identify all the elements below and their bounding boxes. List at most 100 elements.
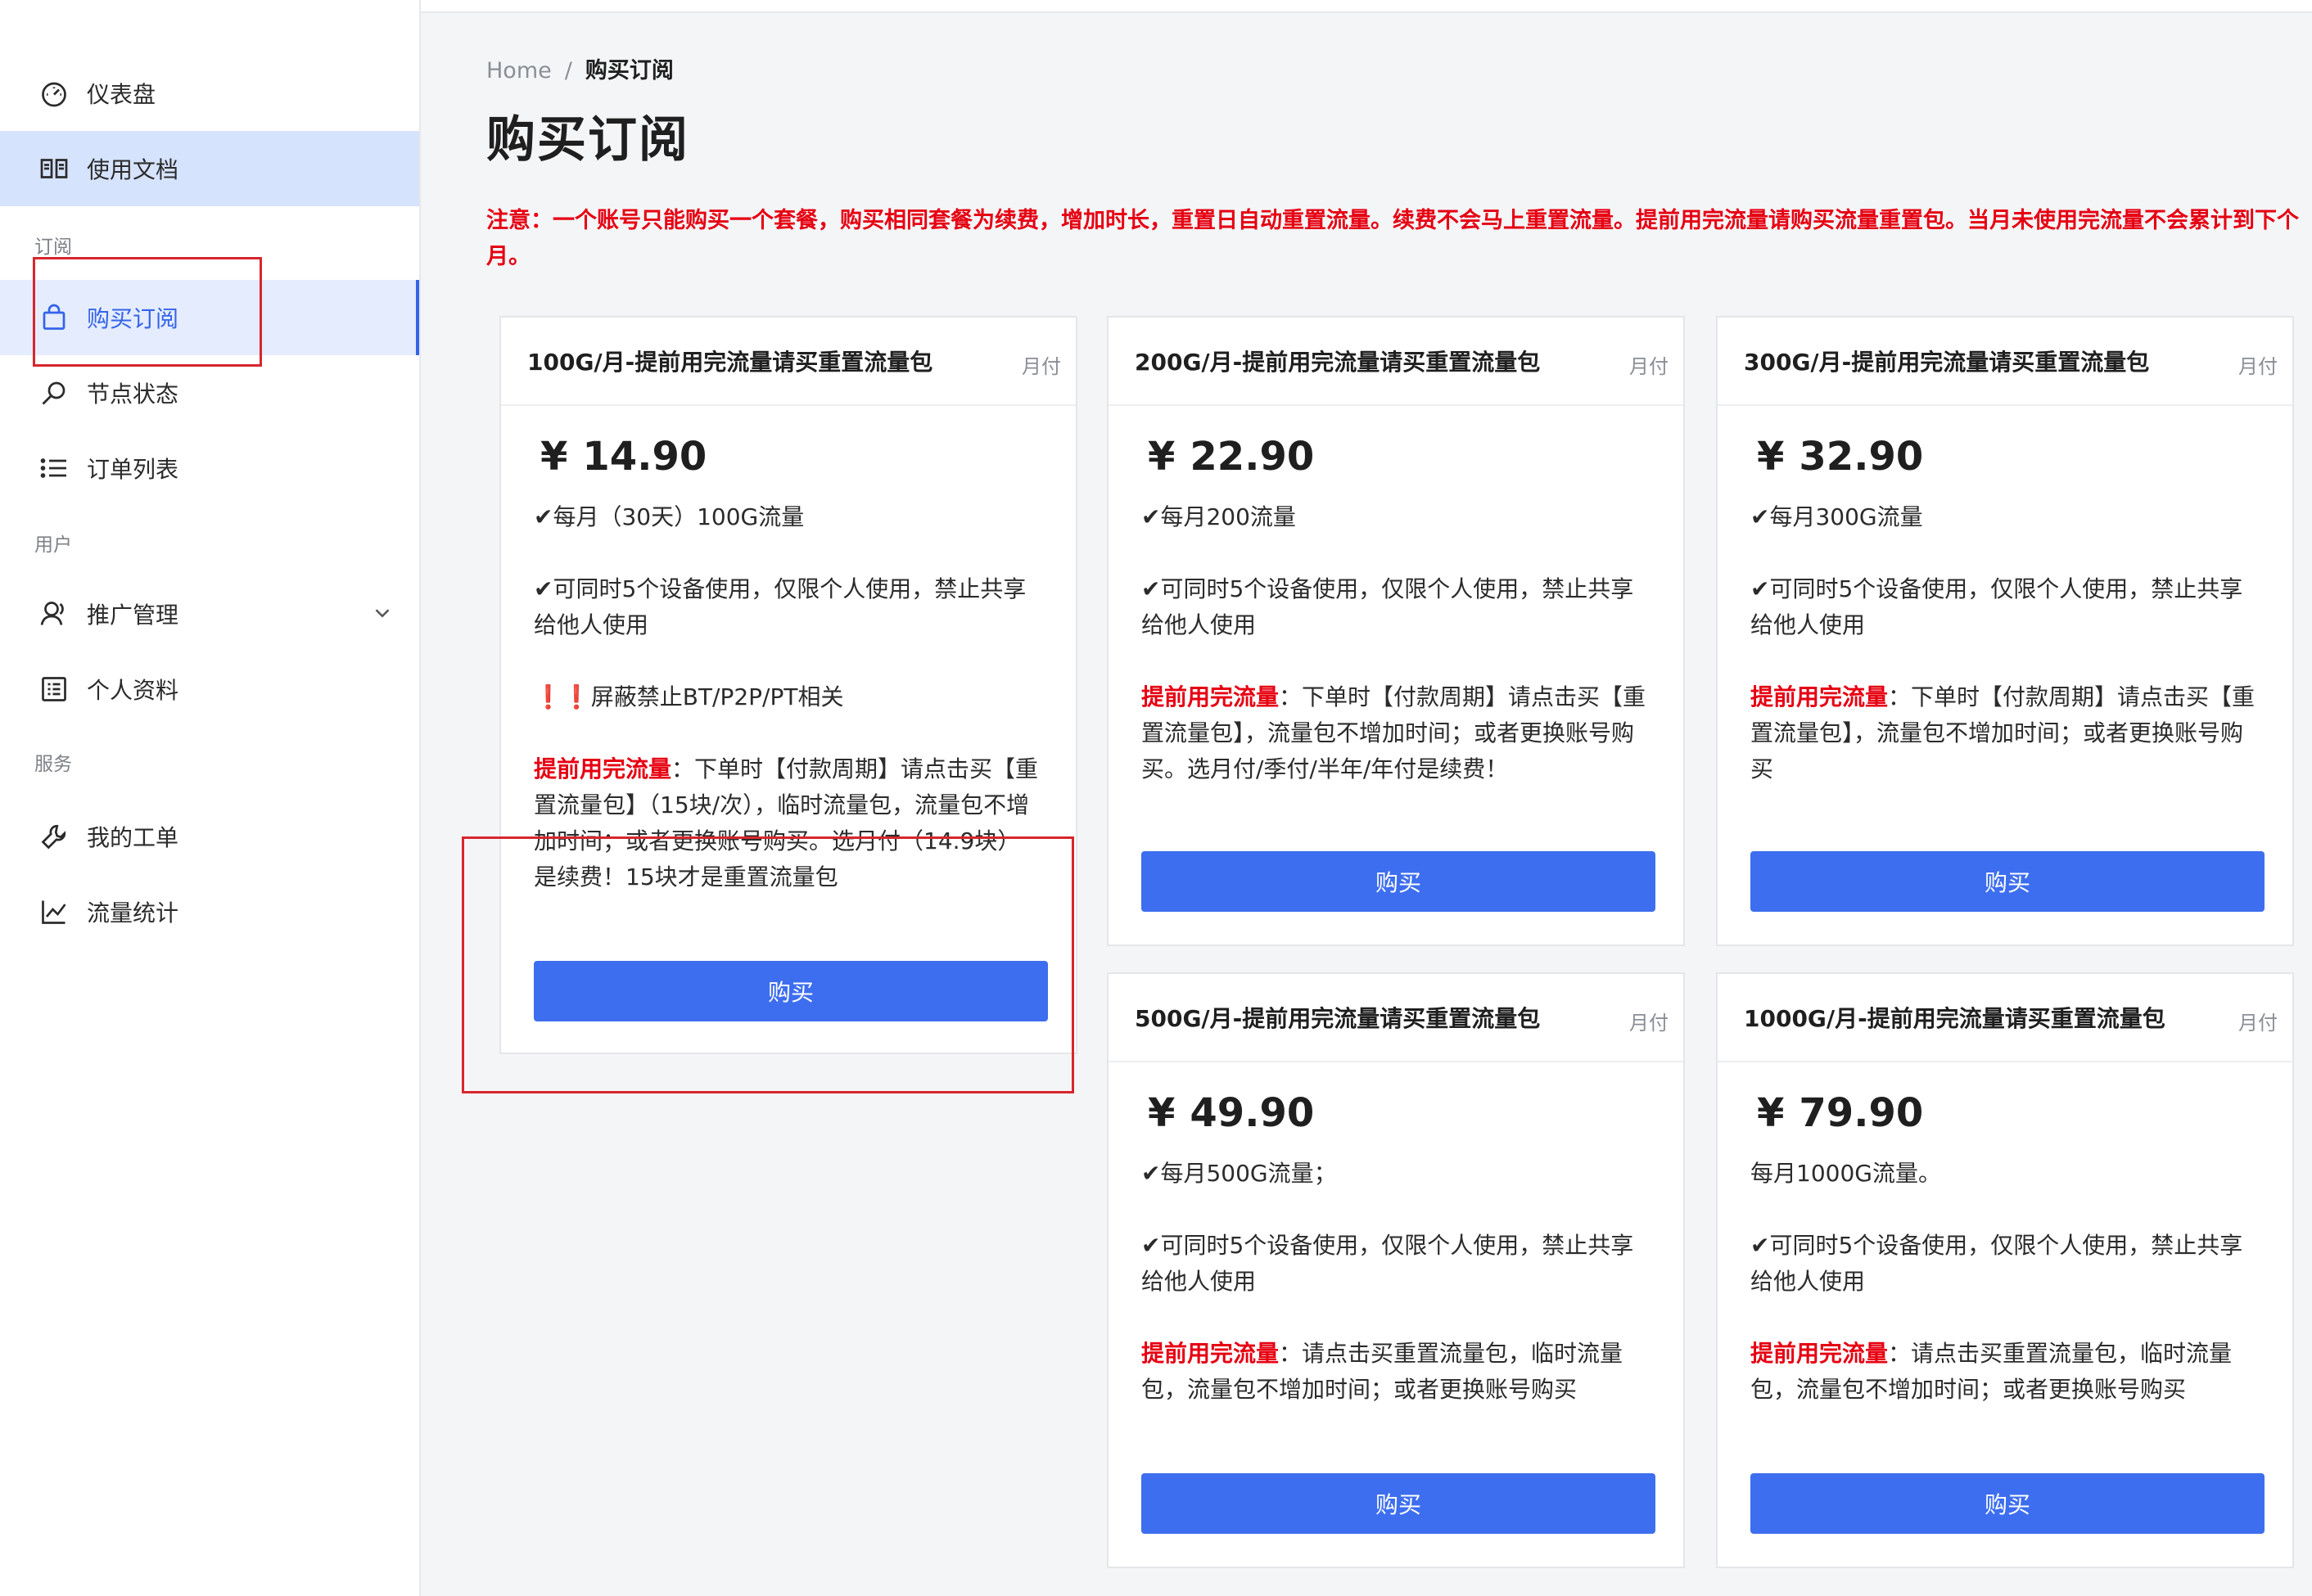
- sidebar-item-dashboard[interactable]: 仪表盘: [0, 56, 419, 131]
- shopping-bag-icon: [38, 301, 70, 334]
- currency-symbol: ¥: [1148, 434, 1176, 480]
- feature-line: ✔每月500G流量；: [1141, 1160, 1337, 1187]
- sidebar-item-traffic-stats[interactable]: 流量统计: [0, 874, 419, 949]
- feature-line: 提前用完流量：下单时【付款周期】请点击买【重置流量包】，流量包不增加时间；或者更…: [1141, 679, 1650, 787]
- plan-price: ¥32.90: [1757, 434, 2260, 483]
- breadcrumb-separator: /: [564, 58, 572, 83]
- plan-title: 300G/月-提前用完流量请买重置流量包: [1744, 349, 2150, 376]
- plan-price: ¥14.90: [540, 434, 1043, 483]
- book-icon: [38, 152, 70, 185]
- buy-button[interactable]: 购买: [1141, 1473, 1655, 1534]
- feature-line: ✔可同时5个设备使用，仅限个人使用，禁止共享给他人使用: [1750, 1232, 2243, 1295]
- profile-icon: [38, 673, 70, 706]
- sidebar-item-profile[interactable]: 个人资料: [0, 651, 419, 727]
- user-icon: [38, 597, 70, 630]
- feature-line: 提前用完流量：请点击买重置流量包，临时流量包，流量包不增加时间；或者更换账号购买: [1750, 1336, 2260, 1408]
- chart-icon: [38, 895, 70, 928]
- plan-period: 月付: [1022, 355, 1061, 378]
- dashboard-icon: [38, 77, 70, 110]
- plan-price: ¥49.90: [1148, 1090, 1650, 1139]
- feature-highlight: 提前用完流量: [1750, 1340, 1889, 1367]
- feature-line: ✔可同时5个设备使用，仅限个人使用，禁止共享给他人使用: [534, 575, 1027, 638]
- section-label-subscription: 订阅: [34, 237, 72, 258]
- sidebar-item-label: 推广管理: [87, 602, 179, 629]
- sidebar-item-label: 个人资料: [87, 677, 179, 704]
- price-value: 32.90: [1799, 434, 1924, 480]
- plan-price: ¥22.90: [1148, 434, 1650, 483]
- feature-line: 提前用完流量：请点击买重置流量包，临时流量包，流量包不增加时间；或者更换账号购买: [1141, 1336, 1650, 1408]
- plan-period: 月付: [2238, 355, 2278, 378]
- card-body: ¥32.90 ✔每月300G流量 ✔可同时5个设备使用，仅限个人使用，禁止共享给…: [1718, 406, 2292, 787]
- feature-highlight: 提前用完流量: [1141, 1340, 1280, 1367]
- card-header: 300G/月-提前用完流量请买重置流量包 月付: [1718, 318, 2292, 406]
- card-body: ¥22.90 ✔每月200流量 ✔可同时5个设备使用，仅限个人使用，禁止共享给他…: [1109, 406, 1683, 787]
- feature-line: ✔可同时5个设备使用，仅限个人使用，禁止共享给他人使用: [1750, 575, 2243, 638]
- sidebar-item-tickets[interactable]: 我的工单: [0, 799, 419, 874]
- card-body: ¥49.90 ✔每月500G流量； ✔可同时5个设备使用，仅限个人使用，禁止共享…: [1109, 1062, 1683, 1408]
- plan-title: 100G/月-提前用完流量请买重置流量包: [527, 349, 933, 376]
- search-icon: [38, 376, 70, 409]
- feature-line: ✔每月200流量: [1141, 503, 1296, 530]
- sidebar-item-label: 仪表盘: [87, 81, 156, 108]
- card-body: ¥79.90 每月1000G流量。 ✔可同时5个设备使用，仅限个人使用，禁止共享…: [1718, 1062, 2292, 1408]
- plan-card-100g: 100G/月-提前用完流量请买重置流量包 月付 ¥14.90 ✔每月（30天）1…: [499, 316, 1077, 1054]
- currency-symbol: ¥: [540, 434, 568, 480]
- card-header: 500G/月-提前用完流量请买重置流量包 月付: [1109, 974, 1683, 1062]
- sidebar-item-label: 流量统计: [87, 899, 179, 926]
- feature-line: ✔可同时5个设备使用，仅限个人使用，禁止共享给他人使用: [1141, 575, 1634, 638]
- buy-button[interactable]: 购买: [1750, 1473, 2265, 1534]
- plan-title: 1000G/月-提前用完流量请买重置流量包: [1744, 1005, 2165, 1032]
- sidebar-item-buy-subscription[interactable]: 购买订阅: [0, 280, 419, 355]
- breadcrumb: Home / 购买订阅: [486, 52, 674, 84]
- sidebar-item-label: 购买订阅: [87, 305, 179, 332]
- card-body: ¥14.90 ✔每月（30天）100G流量 ✔可同时5个设备使用，仅限个人使用，…: [501, 406, 1076, 895]
- feature-line: ❗❗屏蔽禁止BT/P2P/PT相关: [534, 683, 844, 710]
- section-label-user: 用户: [34, 534, 72, 556]
- plan-period: 月付: [1629, 355, 1669, 378]
- price-value: 49.90: [1190, 1090, 1315, 1136]
- plan-title: 200G/月-提前用完流量请买重置流量包: [1135, 349, 1541, 376]
- feature-line: 提前用完流量：下单时【付款周期】请点击买【重置流量包】，流量包不增加时间；或者更…: [1750, 679, 2260, 787]
- chevron-down-icon[interactable]: [370, 601, 395, 625]
- price-value: 14.90: [582, 434, 707, 480]
- plan-card-300g: 300G/月-提前用完流量请买重置流量包 月付 ¥32.90 ✔每月300G流量…: [1716, 316, 2294, 946]
- card-header: 200G/月-提前用完流量请买重置流量包 月付: [1109, 318, 1683, 406]
- top-bar: [421, 0, 2312, 13]
- breadcrumb-home[interactable]: Home: [486, 58, 552, 83]
- plan-card-200g: 200G/月-提前用完流量请买重置流量包 月付 ¥22.90 ✔每月200流量 …: [1107, 316, 1685, 946]
- wrench-icon: [38, 820, 70, 853]
- plan-card-1000g: 1000G/月-提前用完流量请买重置流量包 月付 ¥79.90 每月1000G流…: [1716, 972, 2294, 1568]
- feature-line: 每月1000G流量。: [1750, 1160, 1941, 1187]
- buy-button[interactable]: 购买: [534, 961, 1048, 1021]
- breadcrumb-current: 购买订阅: [585, 58, 674, 83]
- feature-highlight: 提前用完流量: [1750, 683, 1889, 710]
- list-icon: [38, 452, 70, 485]
- feature-line: ✔每月（30天）100G流量: [534, 503, 805, 530]
- currency-symbol: ¥: [1757, 1090, 1785, 1136]
- sidebar-item-docs[interactable]: 使用文档: [0, 131, 419, 206]
- sidebar: 仪表盘 使用文档 订阅 购买订阅 节点状态 订单列表 用户 推广管理 个人资料 …: [0, 0, 421, 1596]
- sidebar-item-referral[interactable]: 推广管理: [0, 576, 419, 651]
- plan-card-500g: 500G/月-提前用完流量请买重置流量包 月付 ¥49.90 ✔每月500G流量…: [1107, 972, 1685, 1568]
- plan-period: 月付: [1629, 1012, 1669, 1035]
- plan-price: ¥79.90: [1757, 1090, 2260, 1139]
- card-header: 1000G/月-提前用完流量请买重置流量包 月付: [1718, 974, 2292, 1062]
- sidebar-item-label: 订单列表: [87, 456, 179, 483]
- sidebar-item-node-status[interactable]: 节点状态: [0, 355, 419, 431]
- buy-button[interactable]: 购买: [1141, 851, 1655, 912]
- sidebar-item-label: 节点状态: [87, 381, 179, 408]
- buy-button[interactable]: 购买: [1750, 851, 2265, 912]
- section-label-service: 服务: [34, 754, 72, 775]
- card-header: 100G/月-提前用完流量请买重置流量包 月付: [501, 318, 1076, 406]
- plan-title: 500G/月-提前用完流量请买重置流量包: [1135, 1005, 1541, 1032]
- feature-line: ✔每月300G流量: [1750, 503, 1923, 530]
- sidebar-item-label: 使用文档: [87, 156, 179, 183]
- plan-period: 月付: [2238, 1012, 2278, 1035]
- currency-symbol: ¥: [1148, 1090, 1176, 1136]
- feature-line: ✔可同时5个设备使用，仅限个人使用，禁止共享给他人使用: [1141, 1232, 1634, 1295]
- price-value: 22.90: [1190, 434, 1315, 480]
- notice-text: 注意：一个账号只能购买一个套餐，购买相同套餐为续费，增加时长，重置日自动重置流量…: [486, 208, 2299, 269]
- feature-highlight: 提前用完流量: [534, 755, 672, 782]
- sidebar-item-orders[interactable]: 订单列表: [0, 431, 419, 506]
- feature-line: 提前用完流量：下单时【付款周期】请点击买【重置流量包】（15块/次），临时流量包…: [534, 751, 1043, 895]
